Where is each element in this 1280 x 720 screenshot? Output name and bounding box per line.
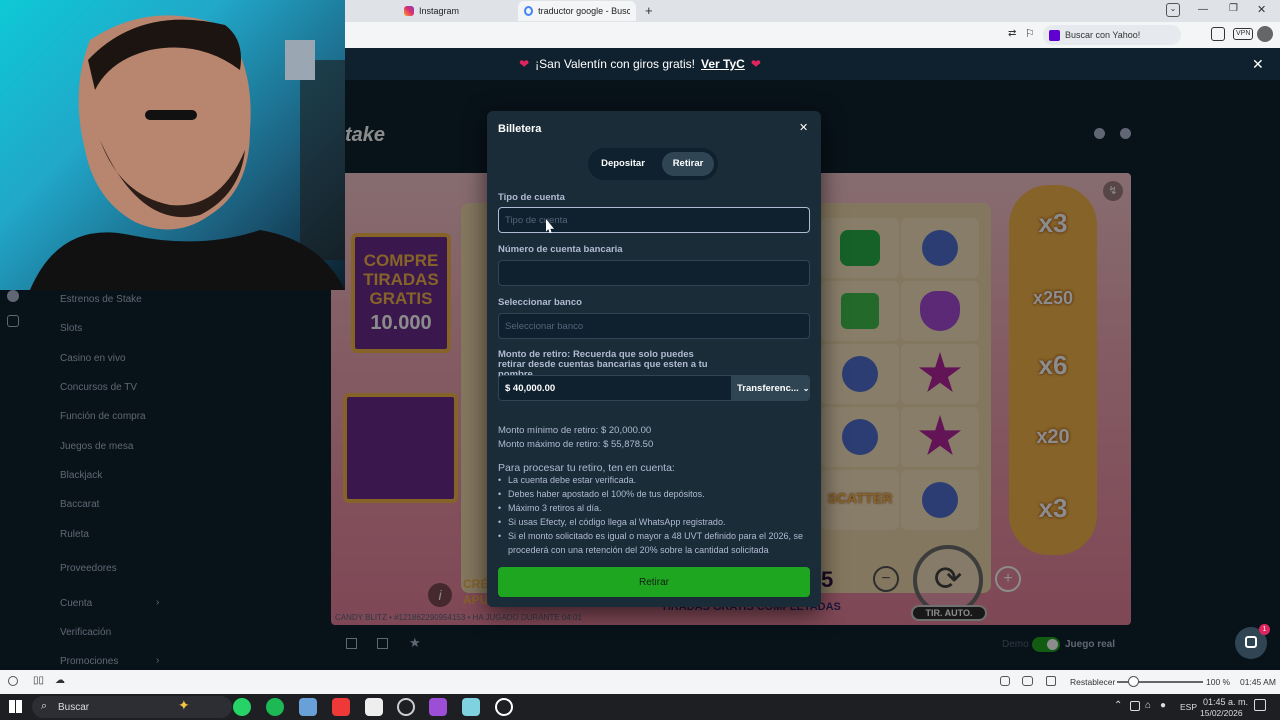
note-item: Si usas Efecty, el código llega al Whats…: [498, 515, 810, 529]
translate-icon[interactable]: ⇄: [1008, 28, 1016, 39]
status-time: 01:45 AM: [1240, 677, 1276, 687]
note-item: La cuenta debe estar verificada.: [498, 473, 810, 487]
vivaldi-icon[interactable]: [332, 698, 350, 716]
streamer-silhouette: [30, 15, 345, 290]
bank-placeholder: Seleccionar banco: [505, 320, 584, 332]
close-window-button[interactable]: ✕: [1257, 3, 1266, 16]
notifications-icon[interactable]: [1254, 699, 1266, 711]
promo-link[interactable]: Ver TyC: [701, 57, 745, 71]
amount-value: $ 40,000.00: [505, 382, 556, 394]
close-promo-button[interactable]: ✕: [1252, 56, 1264, 73]
windows-start-icon[interactable]: [9, 700, 22, 713]
browser-statusbar: ▯▯ ☁ Restablecer 100 % 01:45 AM: [0, 670, 1280, 694]
tab-retirar[interactable]: Retirar: [662, 152, 714, 176]
account-number-input[interactable]: [498, 260, 810, 286]
heart-icon: ❤: [519, 57, 530, 71]
notes-list: La cuenta debe estar verificada. Debes h…: [498, 473, 810, 557]
tab-search-icon[interactable]: ⌄: [1166, 3, 1180, 17]
zoom-value: 100 %: [1206, 677, 1231, 687]
note-item: Máximo 3 retiros al día.: [498, 501, 810, 515]
submit-withdraw-button[interactable]: Retirar: [498, 567, 810, 597]
google-icon: [524, 6, 534, 16]
account-type-label: Tipo de cuenta: [498, 192, 565, 203]
chevron-up-icon[interactable]: ⌃: [1114, 700, 1122, 711]
note-item: Debes haber apostado el 100% de tus depó…: [498, 487, 810, 501]
network-icon[interactable]: ⌂: [1145, 700, 1151, 711]
taskbar-time[interactable]: 01:45 a. m.: [1203, 697, 1248, 707]
taskbar-date[interactable]: 15/02/2026: [1200, 708, 1243, 718]
note-item: Si el monto solicitado es igual o mayor …: [498, 529, 810, 557]
tab-instagram[interactable]: Instagram: [398, 1, 516, 21]
chat-bubble-icon: [1245, 636, 1257, 648]
sidebar-toggle-icon[interactable]: ▯▯: [33, 675, 44, 686]
search-label: Buscar: [58, 701, 90, 713]
app-icon[interactable]: [462, 698, 480, 716]
bookmark-icon[interactable]: ⚐: [1025, 27, 1035, 40]
page-action-icon[interactable]: [1046, 676, 1056, 686]
yahoo-placeholder: Buscar con Yahoo!: [1065, 30, 1141, 40]
support-chat-button[interactable]: 1: [1235, 624, 1270, 659]
yahoo-icon: [1049, 29, 1060, 41]
app-icon[interactable]: [299, 698, 317, 716]
minimize-button[interactable]: —: [1198, 4, 1208, 15]
account-number-label: Número de cuenta bancaria: [498, 244, 623, 255]
tab-google-search[interactable]: traductor google - Buscar c: [518, 1, 636, 21]
language-indicator[interactable]: ESP: [1180, 702, 1197, 712]
tile-icon[interactable]: [1022, 676, 1033, 686]
copilot-icon[interactable]: ✦: [178, 697, 190, 714]
webcam-overlay: [0, 0, 345, 290]
modal-title: Billetera: [498, 123, 542, 135]
zoom-slider-handle[interactable]: [1128, 676, 1139, 687]
maximize-button[interactable]: ❐: [1229, 3, 1238, 14]
capcut-icon[interactable]: [365, 698, 383, 716]
wallet-icon[interactable]: [1211, 27, 1225, 41]
method-value: Transferenc...: [737, 382, 799, 394]
cloud-icon[interactable]: ☁: [55, 675, 65, 686]
settings-icon[interactable]: [8, 676, 18, 686]
account-type-select[interactable]: Tipo de cuenta: [498, 207, 810, 233]
chat-badge: 1: [1259, 624, 1270, 635]
battery-icon[interactable]: [1130, 701, 1140, 711]
app-icon[interactable]: [429, 698, 447, 716]
chevron-down-icon: ⌄: [802, 383, 810, 393]
mic-icon[interactable]: ●: [1160, 700, 1166, 711]
min-amount-text: Monto mínimo de retiro: $ 20,000.00: [498, 425, 652, 436]
bank-select[interactable]: Seleccionar banco: [498, 313, 810, 339]
account-type-placeholder: Tipo de cuenta: [505, 214, 568, 226]
close-modal-button[interactable]: ✕: [799, 121, 808, 134]
heart-icon: ❤: [750, 57, 761, 71]
reset-zoom-button[interactable]: Restablecer: [1070, 677, 1115, 687]
tab-label: traductor google - Buscar c: [538, 6, 630, 16]
tab-depositar[interactable]: Depositar: [592, 152, 654, 176]
obs-icon[interactable]: [397, 698, 415, 716]
new-tab-button[interactable]: +: [645, 3, 653, 18]
instagram-icon: [404, 6, 414, 16]
settings-app-icon[interactable]: [495, 698, 513, 716]
mode-switch: Depositar Retirar: [588, 148, 718, 180]
method-select[interactable]: Transferenc... ⌄: [731, 376, 809, 400]
tab-label: Instagram: [419, 6, 460, 16]
spotify-icon[interactable]: [266, 698, 284, 716]
taskbar-search[interactable]: ⌕ Buscar: [32, 696, 232, 718]
search-icon: ⌕: [41, 700, 48, 712]
capture-icon[interactable]: [1000, 676, 1010, 686]
bank-label: Seleccionar banco: [498, 297, 582, 308]
max-amount-text: Monto máximo de retiro: $ 55,878.50: [498, 439, 654, 450]
profile-avatar[interactable]: [1257, 26, 1273, 42]
wallet-modal: Billetera ✕ Depositar Retirar Tipo de cu…: [487, 111, 821, 607]
promo-text: ¡San Valentín con giros gratis!: [535, 57, 696, 71]
vpn-badge[interactable]: VPN: [1233, 28, 1254, 40]
yahoo-search-box[interactable]: Buscar con Yahoo!: [1043, 25, 1181, 45]
whatsapp-icon[interactable]: [233, 698, 251, 716]
